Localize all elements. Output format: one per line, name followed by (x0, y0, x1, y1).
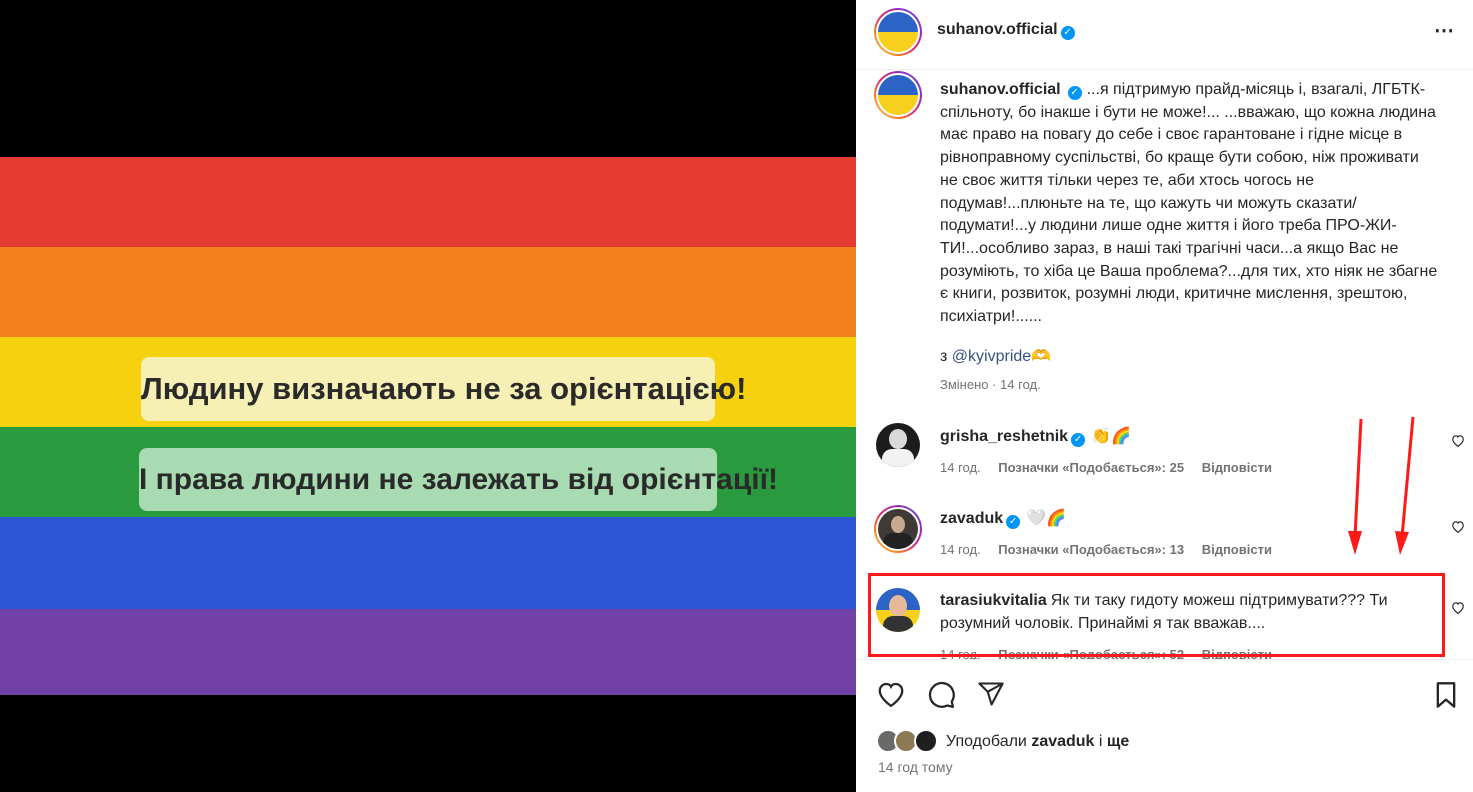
annotation-highlight-box (868, 573, 1445, 657)
post-media[interactable]: Людину визначають не за орієнтацією! І п… (0, 0, 856, 792)
verified-badge-icon: ✓ (1067, 86, 1082, 100)
liked-by-text: Уподобали zavaduk і ще (946, 733, 1129, 751)
comment-time: 14 год. (940, 460, 981, 475)
bookmark-icon[interactable] (1434, 681, 1458, 714)
liked-prefix: Уподобали (946, 733, 1027, 750)
comment-body: 👏🌈 (1091, 428, 1131, 445)
flag-stripe-red (0, 157, 856, 247)
rainbow-flag-image: Людину визначають не за орієнтацією! І п… (0, 157, 856, 695)
comments-list[interactable]: suhanov.official ✓ ...я підтримую прайд-мі… (856, 71, 1473, 659)
liked-user-link[interactable]: zavaduk (1031, 733, 1094, 750)
liker-avatar (914, 729, 938, 753)
liked-more-link[interactable]: ще (1107, 733, 1129, 750)
comment-like-heart-icon[interactable] (1451, 434, 1465, 450)
comment-like-heart-icon[interactable] (1451, 520, 1465, 536)
comment-likes[interactable]: Позначки «Подобається»: 13 (998, 542, 1184, 557)
comment-like-heart-icon[interactable] (1451, 601, 1465, 617)
reply-button[interactable]: Відповісти (1202, 542, 1272, 557)
mention-link[interactable]: @kyivpride (952, 348, 1031, 365)
post-header: suhanov.official ✓ ⋯ (856, 0, 1473, 70)
caption-author-avatar[interactable] (874, 71, 922, 119)
liked-and: і (1098, 733, 1103, 750)
banner-text-1: Людину визначають не за орієнтацією! (141, 357, 746, 421)
comment-body: 🤍🌈 (1026, 510, 1066, 527)
caption-username[interactable]: suhanov.official (940, 81, 1061, 98)
annotation-arrows (1348, 416, 1415, 555)
author-username[interactable]: suhanov.official (937, 21, 1058, 38)
banner-text-2: І права людини не залежать від орієнтаці… (139, 448, 778, 511)
caption-body: ...я підтримую прайд-місяць і, взагалі, … (940, 81, 1438, 326)
verified-badge-icon: ✓ (1006, 515, 1021, 529)
commenter-avatar[interactable] (874, 505, 922, 553)
mention-prefix: з (940, 348, 948, 365)
heart-icon[interactable] (876, 680, 906, 713)
commenter-avatar[interactable] (876, 423, 920, 467)
caption-mention: з @kyivpride🫶 (940, 346, 1051, 366)
caption-meta: Змінено · 14 год. (940, 377, 1041, 392)
comment-likes[interactable]: Позначки «Подобається»: 25 (998, 460, 1184, 475)
comment-meta: 14 год. Позначки «Подобається»: 13 Відпо… (940, 542, 1286, 557)
share-icon[interactable] (976, 680, 1006, 713)
more-options-icon[interactable]: ⋯ (1434, 18, 1455, 43)
hands-emoji: 🫶 (1031, 348, 1052, 365)
comment-meta: 14 год. Позначки «Подобається»: 25 Відпо… (940, 460, 1286, 475)
post-actions: Уподобали zavaduk і ще 14 год тому (856, 659, 1473, 792)
flag-stripe-purple (0, 609, 856, 695)
author-name-row: suhanov.official ✓ (937, 21, 1075, 40)
reply-button[interactable]: Відповісти (1202, 460, 1272, 475)
comment-time: 14 год. (940, 542, 981, 557)
verified-badge-icon: ✓ (1060, 26, 1075, 40)
verified-badge-icon: ✓ (1071, 433, 1086, 447)
post-side-panel: suhanov.official ✓ ⋯ suhanov.official ✓...… (856, 0, 1473, 792)
author-avatar[interactable] (874, 8, 922, 56)
caption: suhanov.official ✓ ...я підтримую прайд-мі… (940, 79, 1440, 329)
post-timestamp[interactable]: 14 год тому (878, 759, 953, 775)
flag-stripe-orange (0, 247, 856, 337)
commenter-username[interactable]: zavaduk (940, 510, 1003, 527)
flag-stripe-blue (0, 517, 856, 609)
commenter-username[interactable]: grisha_reshetnik (940, 428, 1068, 445)
comment-icon[interactable] (926, 680, 956, 715)
